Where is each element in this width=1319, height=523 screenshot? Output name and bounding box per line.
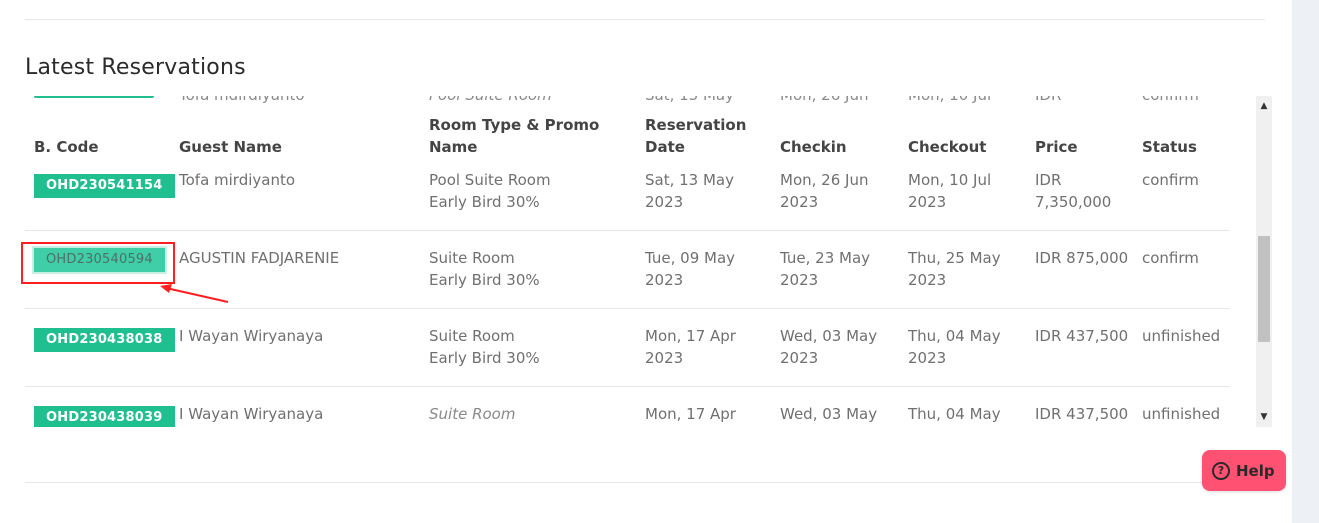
header-reservation-date[interactable]: Reservation Date: [645, 114, 746, 158]
room-type: Suite Room: [429, 405, 516, 423]
booking-code-badge[interactable]: OHD230438039: [34, 406, 175, 427]
reservation-date-line2: 2023: [645, 271, 684, 289]
reservation-date-line1: Sat, 13 May: [645, 171, 734, 189]
scroll-up-arrow-icon[interactable]: ▲: [1256, 98, 1272, 114]
reservations-table-container[interactable]: Tofa mdirdiyanto Pool Suite Room Sat, 13…: [25, 96, 1256, 427]
checkout-line1: Mon, 10 Jul: [908, 171, 992, 189]
top-divider: [25, 19, 1265, 20]
reservation-date: Mon, 17 Apr 2023: [645, 325, 736, 369]
status: confirm: [1142, 249, 1199, 267]
guest-name: I Wayan Wiryanaya: [179, 327, 324, 345]
scroll-down-arrow-icon[interactable]: ▼: [1256, 409, 1272, 425]
reservation-date-line1: Mon, 17 Apr: [645, 327, 736, 345]
status: unfinished: [1142, 405, 1221, 423]
checkout-date: Thu, 04 May 2023: [908, 325, 1001, 369]
reservation-date-line1: Tue, 09 May: [645, 249, 736, 267]
checkin-line2: 2023: [780, 271, 819, 289]
room-promo: Suite Room Early Bird 30%: [429, 325, 540, 369]
room-type: Pool Suite Room: [429, 171, 551, 189]
checkout-date: Thu, 25 May 2023: [908, 247, 1001, 291]
price: IDR 437,500: [1035, 405, 1129, 423]
guest-name: I Wayan Wiryanaya: [179, 405, 324, 423]
price: IDR 437,500: [1035, 325, 1128, 347]
bottom-divider: [25, 482, 1265, 483]
checkin-line1: Tue, 23 May: [780, 249, 871, 267]
guest-name: AGUSTIN FADJARENIE: [179, 249, 340, 267]
scroll-thumb[interactable]: [1258, 236, 1270, 342]
checkout-line1: Thu, 04 May: [908, 327, 1001, 345]
room-type: Suite Room: [429, 249, 515, 267]
header-room-type[interactable]: Room Type & Promo Name: [429, 114, 599, 158]
guest-name: Tofa mirdiyanto: [179, 171, 296, 189]
reservation-date: Mon, 17 Apr: [645, 405, 736, 423]
table-row: OHD230438038 I Wayan Wiryanaya Suite Roo…: [25, 309, 1230, 387]
table-row: OHD230438039 I Wayan Wiryanaya Suite Roo…: [25, 387, 1230, 427]
room-type: Suite Room: [429, 327, 515, 345]
checkout-line1: Thu, 25 May: [908, 249, 1001, 267]
checkin-date: Mon, 26 Jun 2023: [780, 169, 868, 213]
room-promo: Pool Suite Room Early Bird 30%: [429, 169, 551, 213]
table-row: OHD230541154 Tofa mirdiyanto Pool Suite …: [25, 153, 1230, 231]
table-scrollbar[interactable]: ▲ ▼: [1256, 96, 1272, 427]
question-circle-icon: ?: [1212, 461, 1230, 480]
room-promo: Suite Room Early Bird 30%: [429, 247, 540, 291]
annotation-arrow-icon: [160, 284, 229, 303]
checkout-line2: 2023: [908, 349, 947, 367]
status: confirm: [1142, 171, 1199, 189]
status: unfinished: [1142, 327, 1221, 345]
reservation-date: Sat, 13 May 2023: [645, 169, 734, 213]
checkin-date: Wed, 03 May 2023: [780, 325, 877, 369]
price-line1: IDR 875,000: [1035, 249, 1129, 267]
promo-name: Early Bird 30%: [429, 271, 540, 289]
section-title: Latest Reservations: [25, 55, 246, 80]
header-reservation-date-line1: Reservation: [645, 116, 747, 134]
price-line2: 7,350,000: [1035, 193, 1112, 211]
checkin-line2: 2023: [780, 193, 819, 211]
annotation-highlight-box: [21, 242, 175, 284]
page-right-gutter: [1292, 0, 1319, 523]
price-line1: IDR: [1035, 171, 1062, 189]
checkout-date: Mon, 10 Jul 2023: [908, 169, 991, 213]
checkin-date: Tue, 23 May 2023: [780, 247, 870, 291]
price-line1: IDR 437,500: [1035, 327, 1129, 345]
help-button[interactable]: ? Help: [1202, 450, 1286, 491]
booking-code-badge[interactable]: OHD230541154: [34, 174, 175, 198]
reservation-date-line2: 2023: [645, 349, 684, 367]
help-label: Help: [1236, 461, 1275, 480]
checkin-line1: Wed, 03 May: [780, 327, 878, 345]
checkin-line1: Mon, 26 Jun: [780, 171, 869, 189]
reservation-date-line2: 2023: [645, 193, 684, 211]
checkout-date: Thu, 04 May: [908, 405, 1001, 423]
checkout-line2: 2023: [908, 193, 947, 211]
promo-name: Early Bird 30%: [429, 193, 540, 211]
price: IDR 7,350,000: [1035, 169, 1111, 213]
booking-code-badge[interactable]: OHD230438038: [34, 328, 175, 352]
header-room-type-line1: Room Type & Promo: [429, 116, 600, 134]
checkin-line2: 2023: [780, 349, 819, 367]
checkout-line2: 2023: [908, 271, 947, 289]
promo-name: Early Bird 30%: [429, 349, 540, 367]
reservation-date: Tue, 09 May 2023: [645, 247, 735, 291]
booking-code-badge-partial: [34, 96, 154, 98]
price: IDR 875,000: [1035, 247, 1128, 269]
checkin-date: Wed, 03 May: [780, 405, 878, 423]
